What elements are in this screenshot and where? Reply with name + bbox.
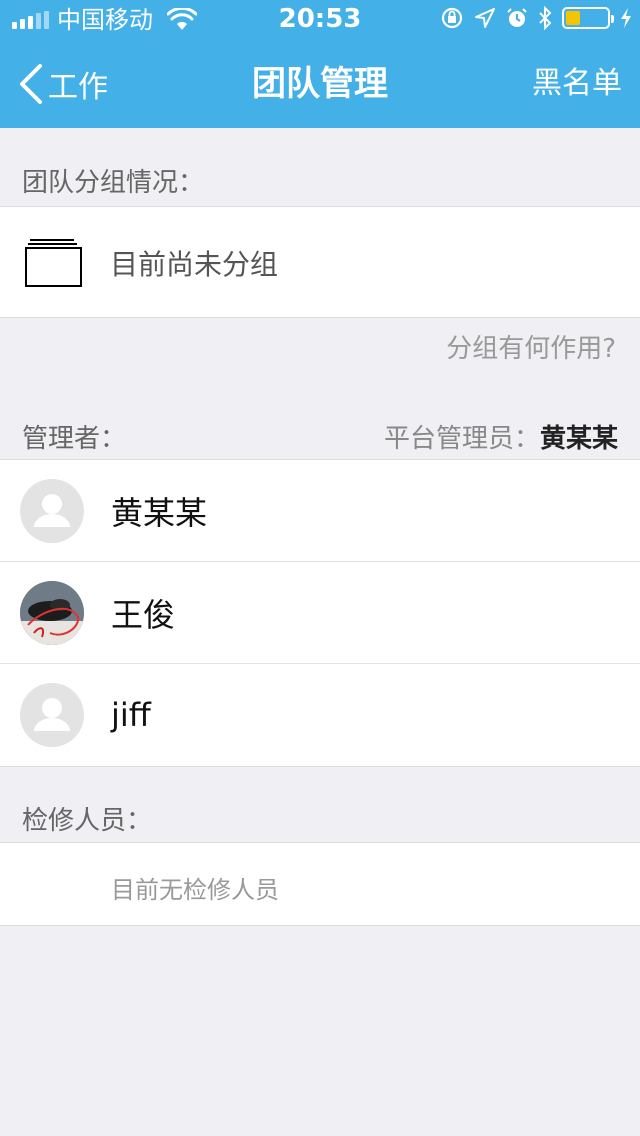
manager-row[interactable]: 王俊 [0, 562, 640, 664]
groups-empty-text: 目前尚未分组 [110, 248, 279, 281]
photo-avatar [20, 581, 84, 645]
back-label: 工作 [48, 70, 108, 105]
person-silhouette-icon [34, 698, 70, 731]
status-bar: 中国移动 20:53 [0, 0, 640, 40]
default-avatar [20, 479, 84, 543]
chevron-left-icon [20, 64, 42, 104]
manager-row[interactable]: 黄某某 [0, 460, 640, 562]
bluetooth-icon [539, 6, 552, 30]
platform-admin-info: 平台管理员：黄某某 [384, 418, 618, 455]
platform-admin-label: 平台管理员： [383, 424, 540, 454]
managers-list: 黄某某 王俊 jiff [0, 459, 640, 767]
maintenance-section-label: 检修人员： [22, 806, 153, 836]
avatar-photo [20, 581, 84, 645]
rotation-lock-icon [441, 7, 463, 29]
person-silhouette-icon [34, 494, 70, 527]
manager-name: 王俊 [111, 595, 176, 634]
default-avatar [20, 683, 84, 747]
navigation-bar: 工作 团队管理 黑名单 [0, 40, 640, 128]
folder-icon [25, 239, 82, 287]
maintenance-panel: 目前无检修人员 [0, 842, 640, 926]
header: 中国移动 20:53 工作 团队管理 黑名单 [0, 0, 640, 128]
platform-admin-name: 黄某某 [539, 424, 618, 454]
manager-name: 黄某某 [111, 493, 208, 532]
location-icon [475, 8, 495, 28]
charging-icon [621, 8, 631, 28]
back-button[interactable]: 工作 [18, 40, 108, 128]
group-help-link[interactable]: 分组有何作用? [446, 328, 616, 365]
groups-panel: 目前尚未分组 [0, 206, 640, 318]
maintenance-empty-text: 目前无检修人员 [111, 876, 279, 904]
groups-section-label: 团队分组情况： [22, 168, 205, 198]
alarm-icon [507, 8, 527, 27]
manager-name: jiff [111, 696, 151, 734]
battery-icon [562, 7, 614, 29]
blacklist-button[interactable]: 黑名单 [532, 40, 622, 128]
manager-row[interactable]: jiff [0, 664, 640, 766]
managers-section-label: 管理者： [22, 424, 127, 454]
